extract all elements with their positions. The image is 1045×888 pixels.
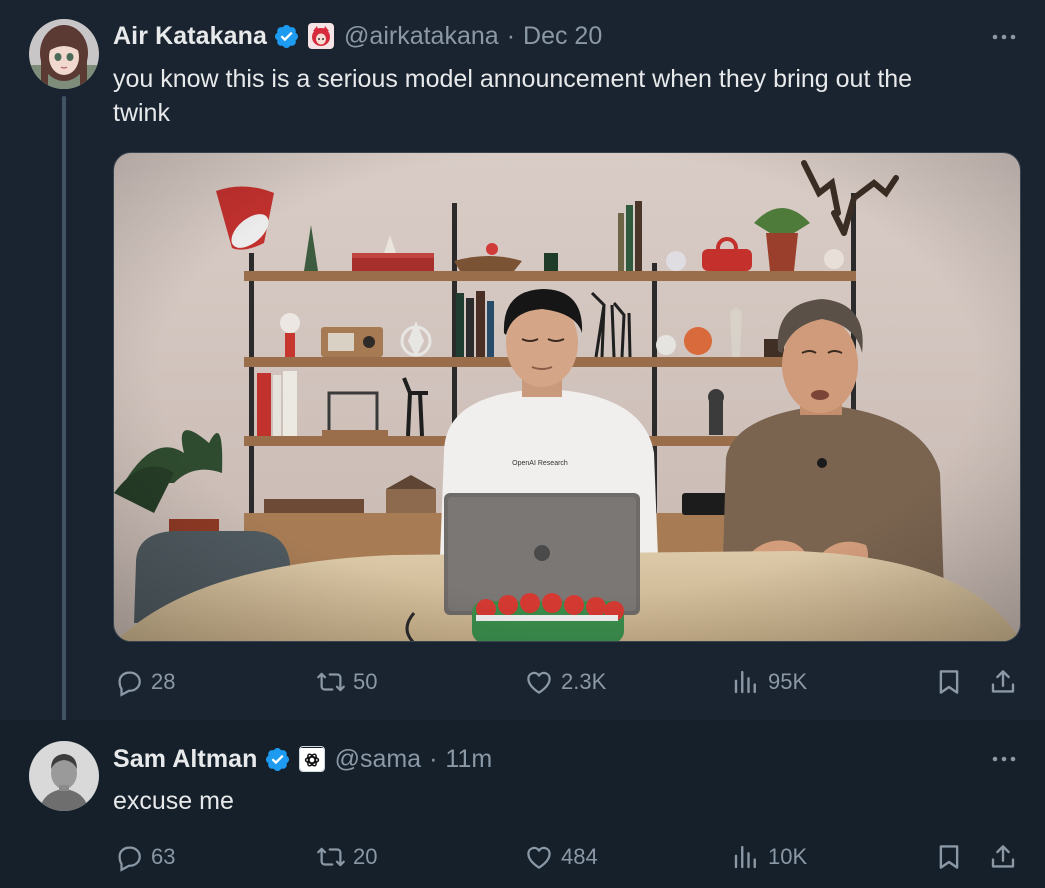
verified-badge-icon[interactable] [273,23,300,50]
author-name[interactable]: Air Katakana [113,22,267,51]
reply-count: 28 [151,669,176,694]
more-icon[interactable] [989,744,1019,774]
reply-count: 63 [151,844,176,869]
share-button[interactable] [987,662,1019,702]
tweet-actions: 28 50 2.3K 95K [113,662,1023,702]
verified-badge-icon[interactable] [264,746,291,773]
author-name[interactable]: Sam Altman [113,745,258,774]
repost-count: 20 [353,844,378,869]
openai-badge-icon[interactable] [298,746,325,772]
views-icon [730,666,762,698]
separator-dot: · [506,21,516,50]
tweet-header: Sam Altman @sama · 11m [113,742,492,776]
tweet-text: excuse me [113,787,234,815]
bookmark-icon [933,841,965,873]
tweet-sam-altman[interactable]: Sam Altman @sama · 11m excuse me 63 20 4… [0,720,1045,888]
tweet-actions: 63 20 484 10K [113,837,1023,877]
tweet-timestamp[interactable]: 11m [445,745,492,774]
views-button[interactable]: 95K [730,662,807,702]
repost-icon [315,666,347,698]
like-button[interactable]: 2.3K [523,662,606,702]
like-icon [523,666,555,698]
like-count: 2.3K [561,669,607,694]
avatar-sam-altman[interactable] [29,741,99,811]
tweet-header: Air Katakana @airkatakana · Dec 20 [113,19,602,53]
separator-dot: · [429,744,438,773]
bookmark-button[interactable] [933,662,965,702]
views-button[interactable]: 10K [730,837,807,877]
tweet-timestamp[interactable]: Dec 20 [523,22,602,51]
tweet-text: you know this is a serious model announc… [113,65,913,127]
reply-button[interactable]: 28 [113,662,175,702]
share-button[interactable] [987,837,1019,877]
more-icon[interactable] [989,22,1019,52]
like-button[interactable]: 484 [523,837,598,877]
thread-connector-line [62,96,66,736]
views-count: 95K [768,669,808,694]
like-count: 484 [561,844,598,869]
views-count: 10K [768,844,808,869]
share-icon [987,666,1019,698]
author-handle[interactable]: @airkatakana [344,22,499,51]
avatar-air-katakana[interactable] [29,19,99,89]
reply-button[interactable]: 63 [113,837,175,877]
reply-icon [113,841,145,873]
bookmark-icon [933,666,965,698]
bookmark-button[interactable] [933,837,965,877]
repost-icon [315,841,347,873]
repost-button[interactable]: 50 [315,662,377,702]
views-icon [730,841,762,873]
repost-count: 50 [353,669,378,694]
anime-avatar-badge-icon[interactable] [308,23,335,49]
tweet-media-image[interactable]: OpenAI Research [113,152,1021,642]
reply-icon [113,666,145,698]
like-icon [523,841,555,873]
share-icon [987,841,1019,873]
repost-button[interactable]: 20 [315,837,377,877]
author-handle[interactable]: @sama [335,745,422,774]
tweet-air-katakana[interactable]: Air Katakana @airkatakana · Dec 20 you k… [0,0,1045,736]
